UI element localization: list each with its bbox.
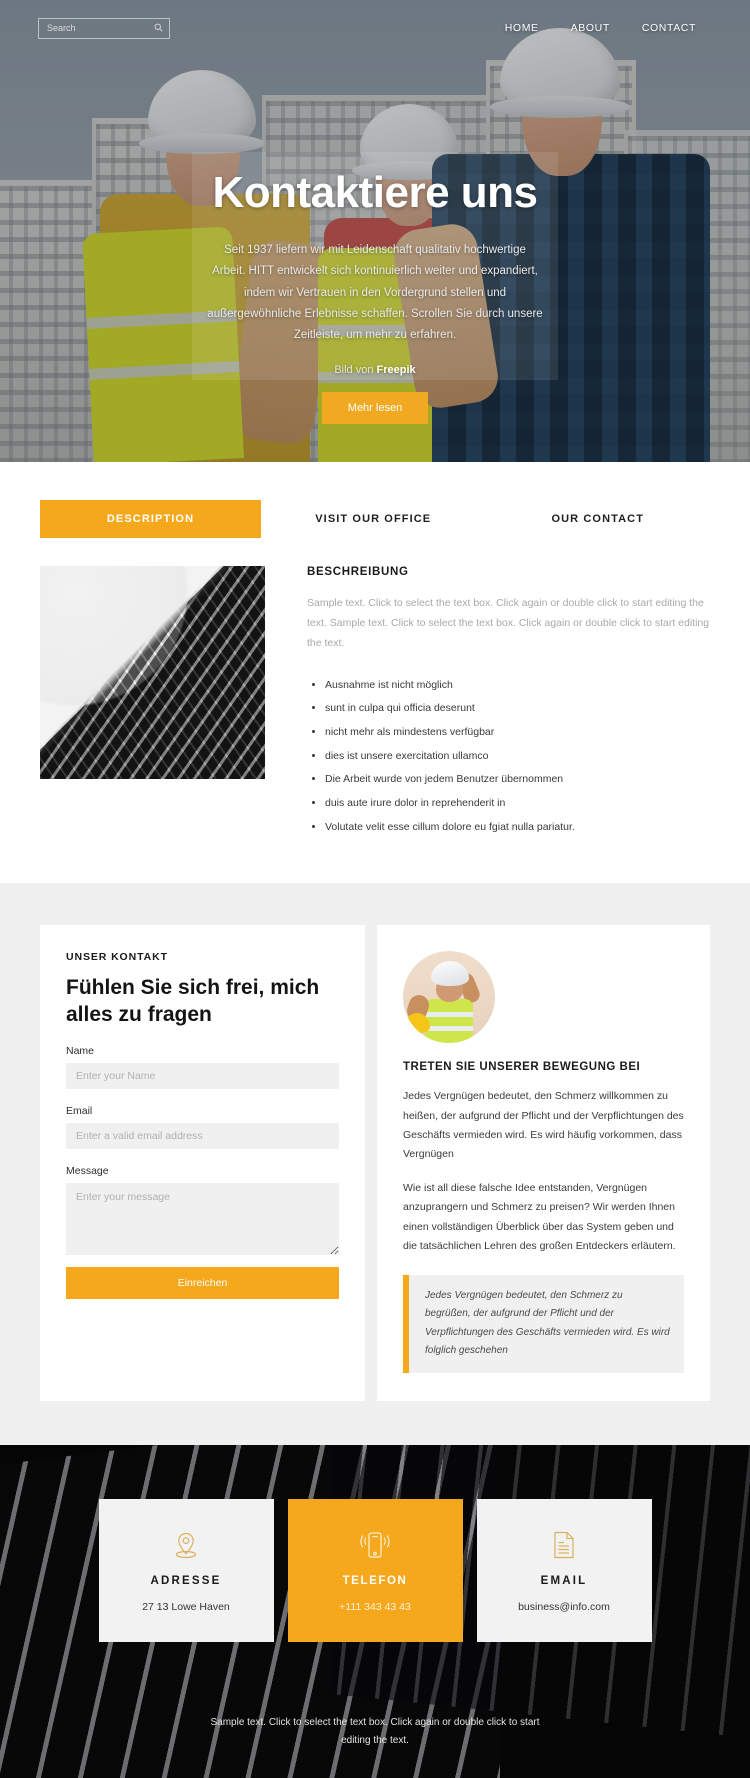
info-card-phone[interactable]: TELEFON +111 343 43 43 <box>287 1498 463 1642</box>
join-paragraph-2: Wie ist all diese falsche Idee entstande… <box>403 1181 676 1253</box>
description-bullet-list: Ausnahme ist nicht möglich sunt in culpa… <box>307 674 710 839</box>
search-icon[interactable] <box>154 23 163 32</box>
hero-content: Kontaktiere uns Seit 1937 liefern wir mi… <box>0 168 750 425</box>
join-paragraph-1: Jedes Vergnügen bedeutet, den Schmerz wi… <box>403 1090 684 1161</box>
ringing-phone-icon <box>357 1527 393 1561</box>
info-section: ADRESSE 27 13 Lowe Haven TELEFON +111 34… <box>0 1444 750 1778</box>
credit-source[interactable]: Freepik <box>377 364 416 376</box>
info-card-value: +111 343 43 43 <box>339 1601 411 1614</box>
contact-form-card: UNSER KONTAKT Fühlen Sie sich frei, mich… <box>40 925 365 1401</box>
blockquote-text: Jedes Vergnügen bedeutet, den Schmerz zu… <box>425 1289 670 1357</box>
map-pin-icon <box>171 1527 201 1561</box>
footer-note: Sample text. Click to select the text bo… <box>210 1716 540 1746</box>
list-item: Volutate velit esse cillum dolore eu fgi… <box>325 816 710 840</box>
tab-our-contact[interactable]: OUR CONTACT <box>486 500 711 538</box>
read-more-button[interactable]: Mehr lesen <box>321 392 429 425</box>
credit-prefix: Bild von <box>334 364 377 377</box>
info-card-value: business@info.com <box>518 1601 610 1614</box>
info-card-value: 27 13 Lowe Haven <box>142 1601 230 1614</box>
list-item: dies ist unsere exercitation ullamco <box>325 745 710 769</box>
info-card-address[interactable]: ADRESSE 27 13 Lowe Haven <box>98 1498 274 1642</box>
nav-link-contact[interactable]: CONTACT <box>642 22 696 34</box>
name-field[interactable] <box>66 1062 339 1089</box>
hero-subtitle: Seit 1937 liefern wir mit Leidenschaft q… <box>207 244 543 342</box>
contact-cards-row: UNSER KONTAKT Fühlen Sie sich frei, mich… <box>0 925 750 1401</box>
message-field[interactable] <box>66 1182 339 1255</box>
email-field-label: Email <box>66 1104 93 1117</box>
page-root: HOME ABOUT CONTACT Kontaktiere uns Seit … <box>0 0 750 1778</box>
info-card-email[interactable]: EMAIL business@info.com <box>476 1498 652 1642</box>
document-icon <box>550 1527 578 1561</box>
info-cards-row: ADRESSE 27 13 Lowe Haven TELEFON +111 34… <box>0 1498 750 1642</box>
info-card-title: ADRESSE <box>150 1575 222 1588</box>
contact-form-kicker: UNSER KONTAKT <box>66 951 168 964</box>
join-movement-card: TRETEN SIE UNSERER BEWEGUNG BEI Jedes Ve… <box>377 925 710 1401</box>
contact-section: UNSER KONTAKT Fühlen Sie sich frei, mich… <box>0 883 750 1445</box>
avatar <box>403 951 495 1044</box>
description-section: DESCRIPTION VISIT OUR OFFICE OUR CONTACT… <box>0 462 750 884</box>
info-card-title: TELEFON <box>342 1575 408 1588</box>
description-row: BESCHREIBUNG Sample text. Click to selec… <box>40 566 710 839</box>
description-container: DESCRIPTION VISIT OUR OFFICE OUR CONTACT… <box>0 500 750 839</box>
list-item: Ausnahme ist nicht möglich <box>325 674 710 698</box>
email-field[interactable] <box>66 1122 339 1149</box>
info-card-title: EMAIL <box>540 1575 588 1588</box>
nav-link-about[interactable]: ABOUT <box>571 22 610 34</box>
tab-visit-our-office[interactable]: VISIT OUR OFFICE <box>261 500 486 538</box>
submit-button[interactable]: Einreichen <box>66 1266 339 1299</box>
name-field-label: Name <box>66 1044 95 1057</box>
architecture-photo <box>40 566 265 779</box>
join-blockquote: Jedes Vergnügen bedeutet, den Schmerz zu… <box>403 1274 684 1373</box>
join-heading: TRETEN SIE UNSERER BEWEGUNG BEI <box>403 1061 641 1074</box>
description-paragraph: Sample text. Click to select the text bo… <box>307 597 710 649</box>
list-item: Die Arbeit wurde von jedem Benutzer über… <box>325 768 710 792</box>
message-field-label: Message <box>66 1164 109 1177</box>
description-heading: BESCHREIBUNG <box>307 566 409 578</box>
hero-image-credit: Bild von Freepik <box>0 364 750 376</box>
description-text-block: BESCHREIBUNG Sample text. Click to selec… <box>265 566 710 839</box>
page-title: Kontaktiere uns <box>212 168 538 217</box>
search-box[interactable] <box>38 17 170 39</box>
hero-section: HOME ABOUT CONTACT Kontaktiere uns Seit … <box>0 0 750 462</box>
tab-description[interactable]: DESCRIPTION <box>40 500 261 538</box>
list-item: duis aute irure dolor in reprehenderit i… <box>325 792 710 816</box>
nav-link-home[interactable]: HOME <box>505 22 539 34</box>
list-item: nicht mehr als mindestens verfügbar <box>325 721 710 745</box>
search-input[interactable] <box>38 17 170 39</box>
main-nav: HOME ABOUT CONTACT <box>505 22 696 34</box>
list-item: sunt in culpa qui officia deserunt <box>325 697 710 721</box>
contact-form-title: Fühlen Sie sich frei, mich alles zu frag… <box>66 976 320 1027</box>
top-navigation-bar: HOME ABOUT CONTACT <box>0 0 750 56</box>
tab-bar: DESCRIPTION VISIT OUR OFFICE OUR CONTACT <box>40 500 710 538</box>
